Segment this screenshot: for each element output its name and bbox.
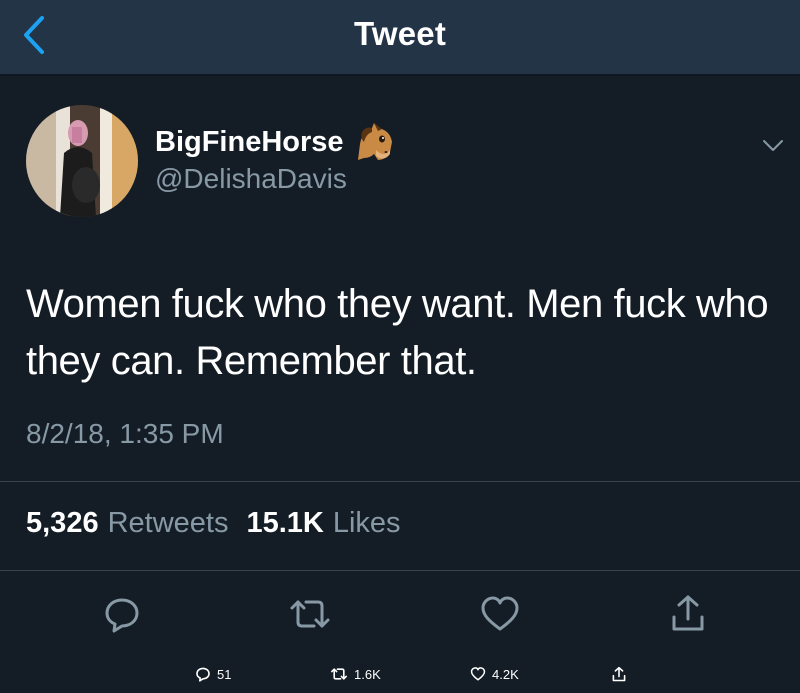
retweet-button[interactable] — [288, 592, 332, 636]
like-button[interactable] — [478, 592, 522, 636]
reply-icon — [105, 598, 139, 633]
likes-count[interactable]: 15.1K — [246, 507, 323, 540]
heart-icon — [470, 667, 486, 681]
reply-button[interactable] — [100, 592, 144, 636]
tweet-text: Women fuck who they want. Men fuck who t… — [26, 282, 769, 383]
more-options-button[interactable] — [756, 132, 790, 158]
top-bar: Tweet — [0, 0, 800, 76]
divider — [0, 570, 800, 571]
retweet-count: 1.6K — [354, 666, 381, 682]
author-name-row[interactable]: BigFineHorse — [155, 122, 396, 162]
share-icon — [672, 595, 704, 631]
mini-retweet-button[interactable]: 1.6K — [330, 666, 381, 682]
heart-icon — [481, 596, 519, 631]
mini-like-button[interactable]: 4.2K — [470, 666, 519, 682]
horse-emoji-icon — [357, 123, 392, 160]
tweet-detail-screen: Tweet BigFineHorse @DelishaDavis Women f… — [0, 0, 800, 693]
like-count: 4.2K — [492, 666, 519, 682]
retweet-icon — [290, 600, 330, 628]
share-icon — [612, 666, 626, 682]
likes-label[interactable]: Likes — [333, 507, 401, 540]
chevron-down-icon — [763, 140, 783, 151]
reply-count: 51 — [217, 666, 232, 682]
retweet-icon — [331, 668, 347, 680]
tweet-timestamp: 8/2/18, 1:35 PM — [26, 418, 224, 449]
avatar-photo — [26, 105, 138, 217]
mini-reply-button[interactable]: 51 — [195, 666, 231, 682]
retweets-count[interactable]: 5,326 — [26, 507, 99, 540]
share-button[interactable] — [666, 592, 710, 636]
display-name: BigFineHorse — [155, 125, 344, 158]
divider — [0, 481, 800, 482]
avatar[interactable] — [26, 105, 138, 217]
mini-share-button[interactable] — [611, 666, 627, 683]
reply-icon — [196, 667, 210, 682]
retweets-label[interactable]: Retweets — [108, 507, 229, 540]
page-title: Tweet — [353, 15, 447, 52]
author-handle[interactable]: @DelishaDavis — [155, 163, 347, 195]
engagement-stats: 5,326 Retweets 15.1K Likes — [26, 507, 419, 540]
